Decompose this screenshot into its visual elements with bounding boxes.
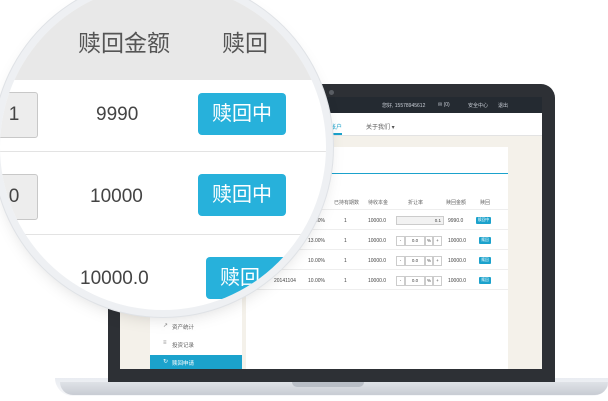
magnified-header-amount: 赎回金额 [78, 30, 170, 56]
magnified-redeeming-button[interactable]: 赎回中 [198, 93, 286, 135]
cell-periods: 1 [344, 218, 347, 224]
discount-input[interactable]: 0.1 [396, 216, 444, 225]
magnified-redeem-button[interactable]: 赎回 [206, 257, 308, 299]
stepper-plus-button[interactable]: + [433, 256, 442, 266]
chart-icon: ↗ [163, 323, 169, 329]
user-phone: 您好, 15578945612 [382, 103, 426, 109]
laptop-notch [292, 382, 364, 387]
cell-amount: 9990.0 [448, 218, 464, 224]
magnified-discount-input[interactable]: 1 [0, 92, 38, 138]
stepper-plus-button[interactable]: + [433, 276, 442, 286]
sidebar-item-asset-stats[interactable]: ↗ 资产统计 [150, 319, 242, 333]
magnified-amount: 10000.0 [80, 268, 149, 289]
col-header-amount: 赎回金额 [446, 200, 467, 206]
magnified-amount: 10000 [90, 186, 143, 207]
sidebar-item-label: 资产统计 [172, 325, 195, 331]
sidebar-item-label: 投资记录 [172, 343, 195, 349]
stepper-percent: % [425, 276, 433, 286]
redeem-button[interactable]: 赎回 [479, 237, 491, 244]
cell-principal: 10000.0 [368, 218, 387, 224]
cell-principal: 10000.0 [368, 278, 387, 284]
redeem-button[interactable]: 赎回 [479, 257, 491, 264]
magnified-row-divider [0, 151, 326, 152]
magnified-amount: 9990 [96, 104, 139, 125]
cell-principal: 10000.0 [368, 238, 387, 244]
messages-link[interactable]: ✉ (0) [438, 102, 450, 108]
cell-principal: 10000.0 [368, 258, 387, 264]
cell-amount: 10000.0 [448, 238, 467, 244]
magnified-discount-input[interactable]: 0 [0, 174, 38, 220]
sidebar-item-redeem-application[interactable]: ↻ 赎回申请 [150, 355, 242, 369]
logout-link[interactable]: 退出 [498, 102, 508, 109]
redeem-icon: ↻ [163, 359, 169, 365]
sidebar-item-label: 赎回申请 [172, 361, 195, 367]
stepper-percent: % [425, 256, 433, 266]
stepper-value[interactable]: 0.0 [405, 276, 425, 286]
stepper-minus-button[interactable]: - [396, 256, 405, 266]
redeem-button[interactable]: 赎回 [479, 277, 491, 284]
stepper-value[interactable]: 0.0 [405, 256, 425, 266]
redeeming-button[interactable]: 赎回中 [476, 217, 491, 224]
cell-rate: 13.00% [308, 238, 325, 244]
magnified-row-divider [0, 234, 326, 235]
magnifier-lens: 赎回金额 赎回 1 9990 赎回中 0 10000 赎回中 10000.0 赎… [0, 0, 326, 310]
cell-amount: 10000.0 [448, 258, 467, 264]
nav-about[interactable]: 关于我们 ▾ [366, 122, 395, 131]
list-icon: ≡ [163, 340, 167, 346]
security-center-link[interactable]: 安全中心 [468, 102, 488, 109]
cell-rate: 10.00% [308, 258, 325, 264]
cell-periods: 1 [344, 278, 347, 284]
cell-periods: 1 [344, 258, 347, 264]
stepper-percent: % [425, 236, 433, 246]
stepper-value[interactable]: 0.0 [405, 236, 425, 246]
camera-dot [329, 90, 334, 95]
magnified-header-redeem: 赎回 [222, 30, 268, 56]
cell-amount: 10000.0 [448, 278, 467, 284]
sidebar-item-investment-records[interactable]: ≡ 投资记录 [150, 337, 242, 351]
col-header-discount: 折让率 [408, 200, 424, 206]
stepper-minus-button[interactable]: - [396, 236, 405, 246]
col-header-periods: 已持有期数 [334, 200, 360, 206]
cell-rate: 10.00% [308, 278, 325, 284]
col-header-principal: 待收本金 [368, 200, 389, 206]
cell-periods: 1 [344, 238, 347, 244]
stepper-plus-button[interactable]: + [433, 236, 442, 246]
cell-rate: 10.00% [308, 218, 325, 224]
magnified-redeeming-button[interactable]: 赎回中 [198, 174, 286, 216]
stepper-minus-button[interactable]: - [396, 276, 405, 286]
col-header-redeem: 赎回 [480, 200, 491, 206]
